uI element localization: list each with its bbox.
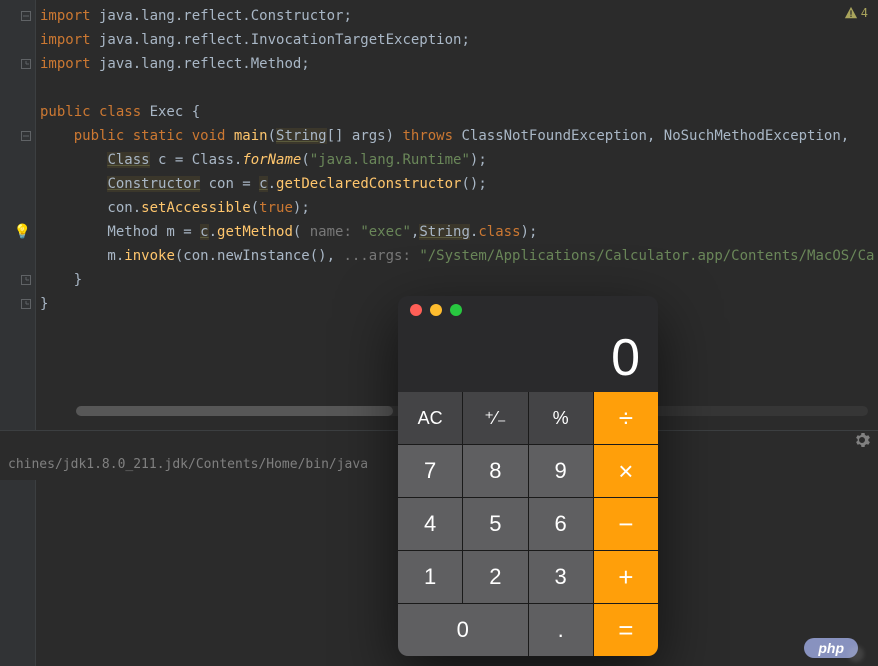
calc-5-button[interactable]: 5 bbox=[463, 498, 527, 550]
code-line[interactable]: con.setAccessible(true); bbox=[40, 196, 878, 220]
calc-3-button[interactable]: 3 bbox=[529, 551, 593, 603]
calculator-display: 0 bbox=[398, 324, 658, 392]
calc-divide-button[interactable]: ÷ bbox=[594, 392, 658, 444]
run-output-path: chines/jdk1.8.0_211.jdk/Contents/Home/bi… bbox=[8, 457, 368, 472]
gutter-row[interactable] bbox=[0, 28, 35, 52]
calc-clear-button[interactable]: AC bbox=[398, 392, 462, 444]
fold-end-icon[interactable] bbox=[21, 275, 31, 285]
calc-minus-button[interactable]: − bbox=[594, 498, 658, 550]
calc-1-button[interactable]: 1 bbox=[398, 551, 462, 603]
calc-2-button[interactable]: 2 bbox=[463, 551, 527, 603]
gutter-row[interactable] bbox=[0, 172, 35, 196]
code-line[interactable]: m.invoke(con.newInstance(), ...args: "/S… bbox=[40, 244, 878, 268]
close-window-button[interactable] bbox=[410, 304, 422, 316]
gutter-row[interactable] bbox=[0, 148, 35, 172]
maximize-window-button[interactable] bbox=[450, 304, 462, 316]
calc-6-button[interactable]: 6 bbox=[529, 498, 593, 550]
calc-sign-button[interactable]: ⁺⁄₋ bbox=[463, 392, 527, 444]
calc-plus-button[interactable]: + bbox=[594, 551, 658, 603]
gutter-row[interactable] bbox=[0, 196, 35, 220]
settings-icon[interactable] bbox=[854, 432, 870, 452]
warning-icon bbox=[844, 6, 858, 20]
calc-9-button[interactable]: 9 bbox=[529, 445, 593, 497]
calc-multiply-button[interactable]: × bbox=[594, 445, 658, 497]
code-line[interactable]: import java.lang.reflect.Constructor; bbox=[40, 4, 878, 28]
code-line[interactable]: } bbox=[40, 268, 878, 292]
gutter-row[interactable] bbox=[0, 124, 35, 148]
warning-count: 4 bbox=[861, 6, 868, 20]
code-line[interactable]: Class c = Class.forName("java.lang.Runti… bbox=[40, 148, 878, 172]
fold-end-icon[interactable] bbox=[21, 59, 31, 69]
code-line[interactable]: Method m = c.getMethod( name: "exec",Str… bbox=[40, 220, 878, 244]
calc-4-button[interactable]: 4 bbox=[398, 498, 462, 550]
calc-7-button[interactable]: 7 bbox=[398, 445, 462, 497]
fold-minus-icon[interactable] bbox=[21, 131, 31, 141]
fold-minus-icon[interactable] bbox=[21, 11, 31, 21]
gear-icon bbox=[854, 432, 870, 448]
fold-end-icon[interactable] bbox=[21, 299, 31, 309]
calculator-titlebar[interactable] bbox=[398, 296, 658, 324]
gutter-row[interactable] bbox=[0, 52, 35, 76]
gutter-bulb-row[interactable]: 💡 bbox=[0, 220, 35, 244]
code-line[interactable]: Constructor con = c.getDeclaredConstruct… bbox=[40, 172, 878, 196]
code-line[interactable]: public static void main(String[] args) t… bbox=[40, 124, 878, 148]
gutter-row[interactable] bbox=[0, 292, 35, 316]
gutter-row[interactable] bbox=[0, 76, 35, 100]
calc-decimal-button[interactable]: . bbox=[529, 604, 593, 656]
calculator-window[interactable]: 0 AC ⁺⁄₋ % ÷ 7 8 9 × 4 5 6 − 1 2 3 + 0 .… bbox=[398, 296, 658, 656]
code-line[interactable] bbox=[40, 76, 878, 100]
php-watermark-badge: php bbox=[804, 638, 858, 658]
calculator-keypad: AC ⁺⁄₋ % ÷ 7 8 9 × 4 5 6 − 1 2 3 + 0 . = bbox=[398, 392, 658, 656]
minimize-window-button[interactable] bbox=[430, 304, 442, 316]
code-line[interactable]: public class Exec { bbox=[40, 100, 878, 124]
calc-equals-button[interactable]: = bbox=[594, 604, 658, 656]
gutter-row[interactable] bbox=[0, 4, 35, 28]
scrollbar-thumb[interactable] bbox=[76, 406, 393, 416]
intention-bulb-icon[interactable]: 💡 bbox=[14, 224, 31, 240]
calc-0-button[interactable]: 0 bbox=[398, 604, 528, 656]
code-line[interactable]: import java.lang.reflect.InvocationTarge… bbox=[40, 28, 878, 52]
calc-8-button[interactable]: 8 bbox=[463, 445, 527, 497]
editor-gutter: 💡 bbox=[0, 0, 36, 666]
gutter-row[interactable] bbox=[0, 268, 35, 292]
code-line[interactable]: import java.lang.reflect.Method; bbox=[40, 52, 878, 76]
gutter-row[interactable] bbox=[0, 244, 35, 268]
gutter-row[interactable] bbox=[0, 100, 35, 124]
warnings-indicator[interactable]: 4 bbox=[844, 6, 868, 20]
calc-percent-button[interactable]: % bbox=[529, 392, 593, 444]
